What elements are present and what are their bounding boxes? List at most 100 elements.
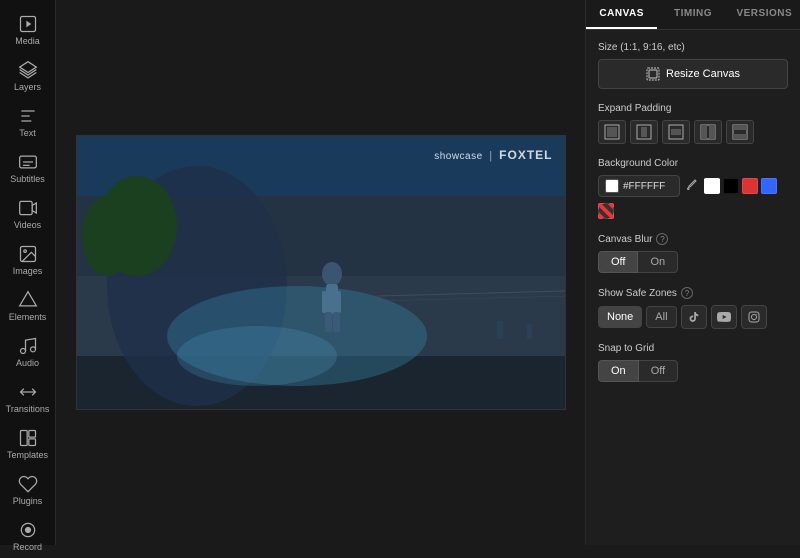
color-swatches — [704, 178, 777, 194]
sidebar-item-transitions[interactable]: Transitions — [0, 376, 55, 420]
swatch-black[interactable] — [723, 178, 739, 194]
expand-padding-buttons — [598, 120, 788, 144]
sidebar-item-layers[interactable]: Layers — [0, 54, 55, 98]
panel-content: Size (1:1, 9:16, etc) Resize Canvas Expa… — [586, 30, 800, 394]
sidebar-item-record-label: Record — [13, 542, 42, 552]
sidebar-item-audio[interactable]: Audio — [0, 330, 55, 374]
platform-youtube-btn[interactable] — [711, 305, 737, 329]
sidebar-item-layers-label: Layers — [14, 82, 41, 92]
audio-icon — [18, 336, 38, 356]
canvas-area: showcase | FOXTEL — [56, 0, 585, 545]
sidebar-item-videos-label: Videos — [14, 220, 41, 230]
record-icon — [18, 520, 38, 540]
pad-icon-4 — [700, 124, 716, 140]
sidebar-item-videos[interactable]: Videos — [0, 192, 55, 236]
background-color-section: Background Color — [598, 158, 788, 219]
canvas-blur-toggle: Off On — [598, 251, 788, 273]
media-icon — [18, 14, 38, 34]
snap-to-grid-label: Snap to Grid — [598, 343, 788, 354]
expand-padding-label: Expand Padding — [598, 103, 788, 114]
canvas-blur-label-row: Canvas Blur ? — [598, 233, 788, 245]
tab-timing[interactable]: TIMING — [657, 0, 728, 29]
elements-icon — [18, 290, 38, 310]
sidebar: Media Layers Text Subtitles Videos Image… — [0, 0, 56, 545]
tiktok-icon — [688, 311, 700, 323]
templates-icon — [18, 428, 38, 448]
sidebar-item-text-label: Text — [19, 128, 36, 138]
watermark-brand: showcase — [434, 151, 482, 162]
size-label: Size (1:1, 9:16, etc) — [598, 42, 788, 53]
tab-versions[interactable]: VERSIONS — [729, 0, 800, 29]
sidebar-item-media-label: Media — [15, 36, 40, 46]
resize-icon — [646, 67, 660, 81]
snap-to-grid-off-btn[interactable]: Off — [639, 360, 678, 382]
sidebar-item-transitions-label: Transitions — [6, 404, 50, 414]
swatch-striped[interactable] — [598, 203, 614, 219]
swatch-white[interactable] — [704, 178, 720, 194]
platform-instagram-btn[interactable] — [741, 305, 767, 329]
snap-to-grid-on-btn[interactable]: On — [598, 360, 639, 382]
watermark-channel: FOXTEL — [499, 148, 552, 162]
canvas-blur-off-btn[interactable]: Off — [598, 251, 638, 273]
background-color-label: Background Color — [598, 158, 788, 169]
pad-btn-2[interactable] — [630, 120, 658, 144]
swatch-blue[interactable] — [761, 178, 777, 194]
scene-background — [77, 136, 565, 409]
scene-svg — [77, 136, 566, 410]
sidebar-item-media[interactable]: Media — [0, 8, 55, 52]
right-panel: CANVAS TIMING VERSIONS Size (1:1, 9:16, … — [585, 0, 800, 545]
pad-btn-5[interactable] — [726, 120, 754, 144]
sidebar-item-text[interactable]: Text — [0, 100, 55, 144]
canvas-blur-label: Canvas Blur — [598, 234, 652, 245]
pad-btn-4[interactable] — [694, 120, 722, 144]
safe-zones-help-icon[interactable]: ? — [681, 287, 693, 299]
canvas-blur-help-icon[interactable]: ? — [656, 233, 668, 245]
safe-zones-all-btn[interactable]: All — [646, 306, 676, 328]
snap-to-grid-toggle: On Off — [598, 360, 788, 382]
swatch-red[interactable] — [742, 178, 758, 194]
pad-icon-5 — [732, 124, 748, 140]
resize-canvas-label: Resize Canvas — [666, 68, 740, 80]
snap-to-grid-section: Snap to Grid On Off — [598, 343, 788, 382]
sidebar-item-record[interactable]: Record — [0, 514, 55, 558]
canvas-blur-on-btn[interactable]: On — [638, 251, 678, 273]
canvas-preview[interactable]: showcase | FOXTEL — [76, 135, 566, 410]
eyedropper-icon — [686, 179, 698, 191]
sidebar-item-plugins-label: Plugins — [13, 496, 43, 506]
safe-zones-label-row: Show Safe Zones ? — [598, 287, 788, 299]
sidebar-item-templates[interactable]: Templates — [0, 422, 55, 466]
pad-icon-1 — [604, 124, 620, 140]
pad-btn-3[interactable] — [662, 120, 690, 144]
sidebar-item-elements[interactable]: Elements — [0, 284, 55, 328]
pad-icon-3 — [668, 124, 684, 140]
tab-canvas[interactable]: CANVAS — [586, 0, 657, 29]
sidebar-item-plugins[interactable]: Plugins — [0, 468, 55, 512]
resize-canvas-button[interactable]: Resize Canvas — [598, 59, 788, 89]
canvas-blur-section: Canvas Blur ? Off On — [598, 233, 788, 273]
sidebar-item-elements-label: Elements — [9, 312, 47, 322]
plugins-icon — [18, 474, 38, 494]
current-color-swatch[interactable] — [605, 179, 619, 193]
instagram-icon — [748, 311, 760, 323]
sidebar-item-images-label: Images — [13, 266, 43, 276]
subtitles-icon — [18, 152, 38, 172]
sidebar-item-images[interactable]: Images — [0, 238, 55, 282]
size-section: Size (1:1, 9:16, etc) Resize Canvas — [598, 42, 788, 89]
panel-tabs: CANVAS TIMING VERSIONS — [586, 0, 800, 30]
pad-icon-2 — [636, 124, 652, 140]
canvas-watermark: showcase | FOXTEL — [434, 148, 552, 162]
eyedropper-button[interactable] — [686, 179, 698, 194]
youtube-icon — [717, 311, 731, 323]
platform-tiktok-btn[interactable] — [681, 305, 707, 329]
color-input-group — [598, 175, 680, 197]
sidebar-item-audio-label: Audio — [16, 358, 39, 368]
safe-zones-none-btn[interactable]: None — [598, 306, 642, 328]
pad-btn-1[interactable] — [598, 120, 626, 144]
sidebar-item-subtitles[interactable]: Subtitles — [0, 146, 55, 190]
safe-zones-label: Show Safe Zones — [598, 288, 677, 299]
transitions-icon — [18, 382, 38, 402]
color-hex-input[interactable] — [623, 181, 673, 192]
images-icon — [18, 244, 38, 264]
layers-icon — [18, 60, 38, 80]
color-row — [598, 175, 788, 219]
